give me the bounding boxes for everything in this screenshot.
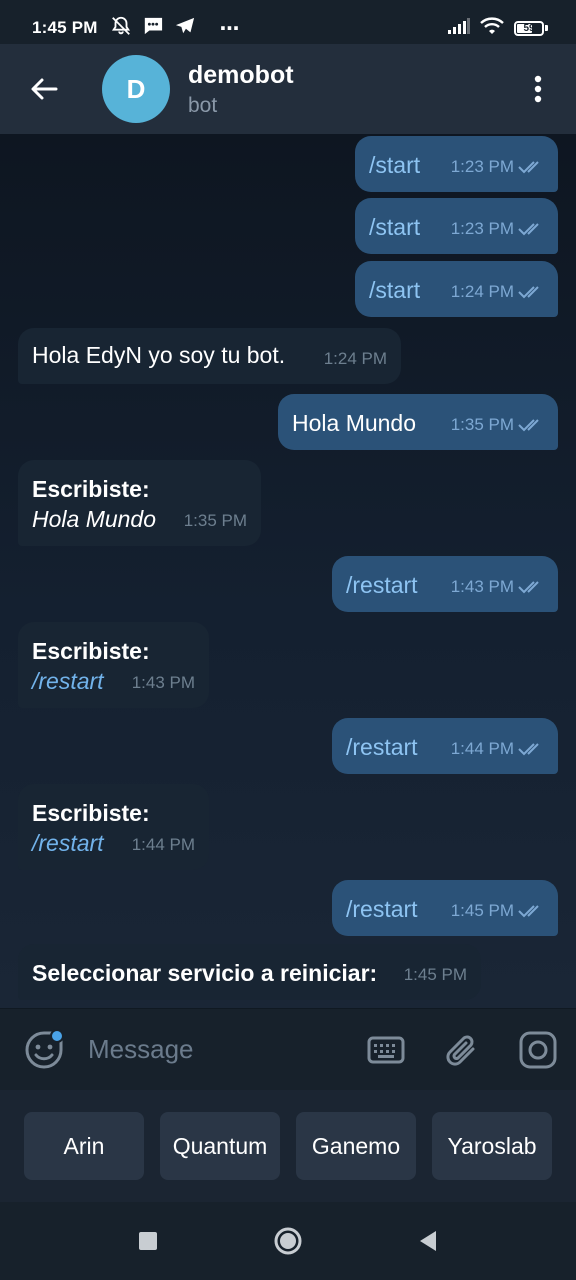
home-button[interactable] bbox=[266, 1219, 310, 1263]
keyboard-button-arin[interactable]: Arin bbox=[24, 1112, 144, 1180]
message-outgoing[interactable]: /restart 1:45 PM bbox=[332, 880, 558, 936]
message-text: Hola EdyN yo soy tu bot. bbox=[32, 342, 286, 368]
message-text[interactable]: /restart bbox=[32, 666, 104, 696]
double-check-icon bbox=[518, 743, 539, 756]
message-incoming[interactable]: Hola EdyN yo soy tu bot. 1:24 PM bbox=[18, 328, 401, 384]
message-text: Seleccionar servicio a reiniciar: bbox=[32, 960, 378, 986]
bot-reply-keyboard: Arin Quantum Ganemo Yaroslab bbox=[0, 1090, 576, 1202]
message-text[interactable]: /restart bbox=[32, 828, 104, 858]
message-outgoing[interactable]: /start 1:23 PM bbox=[355, 136, 558, 192]
bot-keyboard-button[interactable] bbox=[348, 1009, 424, 1091]
message-text[interactable]: /start bbox=[369, 150, 420, 180]
recents-button[interactable] bbox=[126, 1219, 170, 1263]
message-text[interactable]: /restart bbox=[346, 732, 418, 762]
wifi-icon bbox=[480, 16, 504, 40]
camera-button[interactable] bbox=[500, 1009, 576, 1091]
double-check-icon bbox=[518, 223, 539, 236]
message-list[interactable]: /start 1:23 PM /start 1:23 PM /start 1:2… bbox=[0, 134, 576, 1008]
message-time: 1:23 PM bbox=[450, 157, 514, 176]
message-text[interactable]: /restart bbox=[346, 570, 418, 600]
message-text: Hola Mundo bbox=[292, 410, 417, 436]
attach-button[interactable] bbox=[424, 1009, 500, 1091]
camera-icon bbox=[519, 1031, 557, 1068]
notification-dot bbox=[50, 1028, 64, 1043]
message-incoming[interactable]: Escribiste: /restart 1:43 PM bbox=[18, 622, 209, 708]
message-outgoing[interactable]: Hola Mundo 1:35 PM bbox=[278, 394, 558, 450]
message-icon bbox=[142, 16, 164, 41]
telegram-icon bbox=[174, 16, 196, 41]
emoji-button[interactable] bbox=[0, 1009, 88, 1091]
avatar[interactable]: D bbox=[102, 55, 170, 123]
double-check-icon bbox=[518, 286, 539, 299]
more-notifications-icon: ⋯ bbox=[219, 17, 240, 40]
signal-icon bbox=[448, 17, 470, 39]
system-nav-bar bbox=[0, 1202, 576, 1280]
message-outgoing[interactable]: /start 1:24 PM bbox=[355, 261, 558, 317]
muted-alarm-icon bbox=[110, 15, 132, 42]
more-options-button[interactable] bbox=[500, 44, 576, 134]
message-time: 1:23 PM bbox=[450, 219, 514, 238]
message-outgoing[interactable]: /restart 1:43 PM bbox=[332, 556, 558, 612]
avatar-letter: D bbox=[126, 73, 146, 104]
message-time: 1:35 PM bbox=[450, 415, 514, 434]
double-check-icon bbox=[518, 161, 539, 174]
paperclip-icon bbox=[446, 1035, 475, 1066]
message-label: Escribiste: bbox=[32, 800, 150, 826]
back-nav-button[interactable] bbox=[406, 1219, 450, 1263]
message-time: 1:44 PM bbox=[450, 739, 514, 758]
message-text[interactable]: /start bbox=[369, 275, 420, 305]
keyboard-button-ganemo[interactable]: Ganemo bbox=[296, 1112, 416, 1180]
message-label: Escribiste: bbox=[32, 638, 150, 664]
status-system-icons: 59 bbox=[448, 16, 548, 40]
message-input[interactable]: Message bbox=[88, 1034, 348, 1065]
message-incoming[interactable]: Escribiste: /restart 1:44 PM bbox=[18, 784, 209, 870]
message-text[interactable]: /restart bbox=[346, 894, 418, 924]
chat-info[interactable]: demobot bot bbox=[188, 61, 294, 118]
back-button[interactable] bbox=[0, 44, 88, 134]
message-text: Hola Mundo bbox=[32, 506, 157, 532]
message-time: 1:43 PM bbox=[450, 577, 514, 596]
keyboard-button-quantum[interactable]: Quantum bbox=[160, 1112, 280, 1180]
status-notification-icons: ⋯ bbox=[110, 15, 240, 42]
message-time: 1:44 PM bbox=[131, 835, 195, 854]
message-text[interactable]: /start bbox=[369, 212, 420, 242]
more-vertical-icon bbox=[534, 75, 542, 103]
keyboard-icon bbox=[367, 1036, 405, 1063]
chat-subtitle: bot bbox=[188, 93, 218, 117]
battery-icon: 59 bbox=[514, 20, 548, 36]
message-time: 1:45 PM bbox=[450, 901, 514, 920]
battery-level: 59 bbox=[523, 22, 535, 34]
message-time: 1:45 PM bbox=[403, 965, 467, 984]
message-time: 1:24 PM bbox=[323, 349, 387, 368]
double-check-icon bbox=[518, 905, 539, 918]
chat-header: D demobot bot bbox=[0, 44, 576, 134]
message-outgoing[interactable]: /restart 1:44 PM bbox=[332, 718, 558, 774]
message-time: 1:43 PM bbox=[131, 673, 195, 692]
message-time: 1:24 PM bbox=[450, 282, 514, 301]
message-label: Escribiste: bbox=[32, 476, 150, 502]
double-check-icon bbox=[518, 581, 539, 594]
square-icon bbox=[139, 1232, 157, 1250]
circle-icon bbox=[274, 1227, 302, 1255]
message-time: 1:35 PM bbox=[183, 511, 247, 530]
triangle-back-icon bbox=[420, 1231, 436, 1251]
keyboard-button-yaroslab[interactable]: Yaroslab bbox=[432, 1112, 552, 1180]
message-outgoing[interactable]: /start 1:23 PM bbox=[355, 198, 558, 254]
message-incoming[interactable]: Escribiste: Hola Mundo 1:35 PM bbox=[18, 460, 261, 546]
status-time: 1:45 PM bbox=[32, 18, 98, 37]
chat-title: demobot bbox=[188, 60, 294, 89]
back-arrow-icon bbox=[31, 78, 58, 100]
message-input-bar: Message bbox=[0, 1008, 576, 1090]
message-incoming[interactable]: Seleccionar servicio a reiniciar: 1:45 P… bbox=[18, 944, 481, 1000]
double-check-icon bbox=[518, 419, 539, 432]
